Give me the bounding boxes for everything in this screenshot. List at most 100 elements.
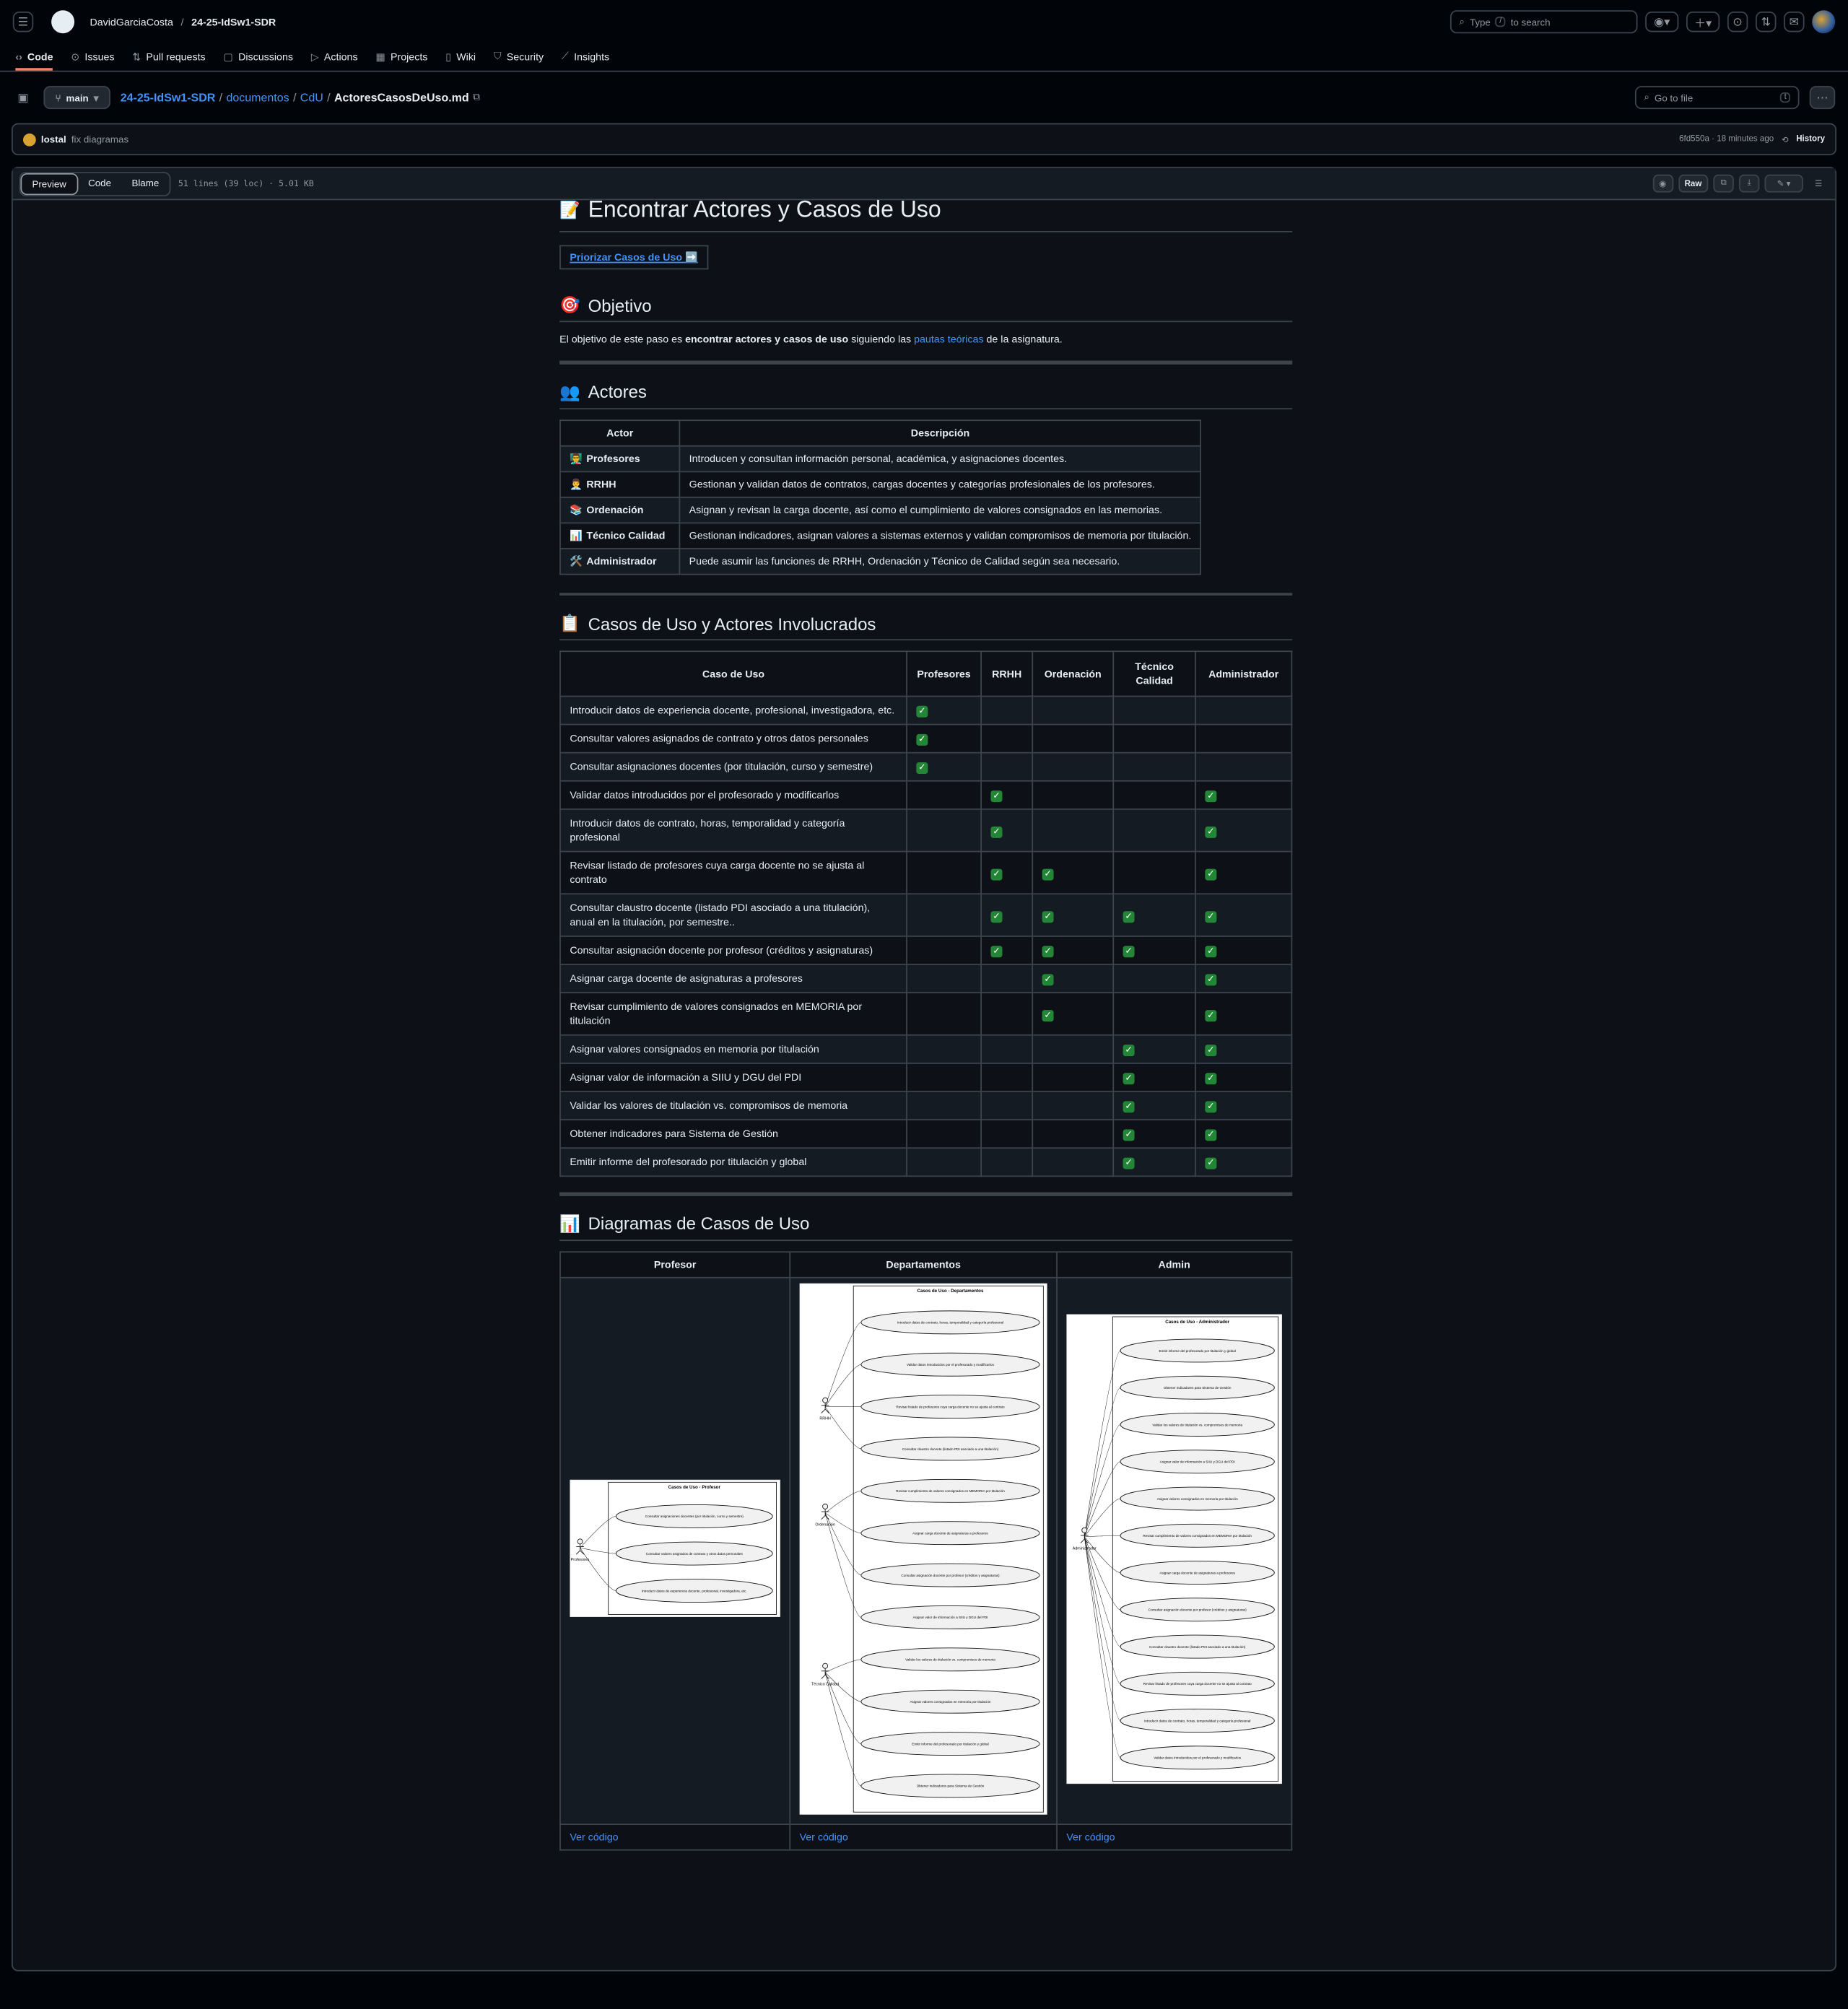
tab-label: Wiki xyxy=(456,51,476,64)
commit-hash-time[interactable]: 6fd550a · 18 minutes ago xyxy=(1679,135,1774,144)
diagram-departamentos[interactable]: Casos de Uso - Departamentos Introducir d… xyxy=(799,1282,1048,1815)
mark-cell xyxy=(1112,780,1196,810)
repo-link[interactable]: 24-25-IdSw1-SDR xyxy=(191,16,276,27)
caso-name: Obtener indicadores para Sistema de Gest… xyxy=(559,1119,907,1149)
path-documentos-link[interactable]: documentos xyxy=(226,91,289,104)
check-icon: ✓ xyxy=(1205,910,1217,923)
mark-cell xyxy=(906,1119,982,1149)
mark-cell: ✓ xyxy=(906,695,982,725)
copilot-icon[interactable]: ◉▾ xyxy=(1645,12,1679,32)
table-row: Consultar asignaciones docentes (por tit… xyxy=(559,751,1293,782)
check-icon: ✓ xyxy=(990,790,1003,803)
tab-projects[interactable]: ▦ Projects xyxy=(375,51,427,71)
raw-button[interactable]: Raw xyxy=(1678,174,1709,193)
global-header: ☰ DavidGarciaCosta / 24-25-IdSw1-SDR ⌕ T… xyxy=(0,0,1848,43)
tab-issues[interactable]: ⊙ Issues xyxy=(71,51,114,71)
github-logo-icon[interactable] xyxy=(51,10,75,34)
caso-name: Validar los valores de titulación vs. co… xyxy=(559,1091,907,1121)
history-button[interactable]: History xyxy=(1796,135,1825,144)
priorizar-link[interactable]: Priorizar Casos de Uso ➡️ xyxy=(570,251,697,263)
check-icon: ✓ xyxy=(1205,826,1217,838)
mark-cell: ✓ xyxy=(1032,893,1115,937)
search-input[interactable]: ⌕ Type / to search xyxy=(1450,10,1638,34)
bar-chart-icon: 📊 xyxy=(559,1213,580,1233)
col-header: Ordenación xyxy=(1032,650,1115,697)
tab-code[interactable]: ‹› Code xyxy=(15,51,53,71)
mark-cell: ✓ xyxy=(1112,1034,1196,1064)
mark-cell xyxy=(980,1147,1034,1177)
mark-cell xyxy=(1112,850,1196,895)
diagram-profesor[interactable]: Casos de Uso - Profesor Consultar asignac… xyxy=(569,1479,781,1618)
code-tab[interactable]: Code xyxy=(78,173,121,194)
mark-cell xyxy=(1112,992,1196,1036)
mark-cell xyxy=(1032,780,1115,810)
user-avatar[interactable] xyxy=(1812,10,1836,34)
search-shortcut-key: / xyxy=(1495,17,1506,27)
check-icon: ✓ xyxy=(1123,1101,1135,1113)
mark-cell xyxy=(1032,1063,1115,1092)
hamburger-menu-icon[interactable]: ☰ xyxy=(12,12,34,32)
owner-link[interactable]: DavidGarciaCosta xyxy=(90,16,173,27)
pautas-link[interactable]: pautas teóricas xyxy=(914,334,983,345)
pull-requests-icon[interactable]: ⇅ xyxy=(1756,12,1777,32)
use-case-label: Introducir datos de contrato, horas, tem… xyxy=(1144,1718,1250,1722)
mark-cell: ✓ xyxy=(1112,893,1196,937)
diagram-admin[interactable]: Casos de Uso - Administrador Emitir infor… xyxy=(1065,1313,1283,1784)
preview-tab[interactable]: Preview xyxy=(20,173,78,195)
table-row: Revisar listado de profesores cuya carga… xyxy=(559,850,1293,895)
table-row: Asignar valores consignados en memoria p… xyxy=(559,1034,1293,1064)
tab-discussions[interactable]: ▢ Discussions xyxy=(224,51,293,71)
commit-message[interactable]: fix diagramas xyxy=(71,134,128,145)
use-case-label: Asignar valor de información a SIIU y DG… xyxy=(912,1615,988,1618)
download-icon[interactable]: ⤓ xyxy=(1738,174,1760,193)
mark-cell: ✓ xyxy=(1032,850,1115,895)
mark-cell xyxy=(1112,751,1196,782)
mark-cell xyxy=(980,1091,1034,1121)
copilot-icon[interactable]: ◉ xyxy=(1652,174,1673,193)
outline-icon[interactable]: ☰ xyxy=(1808,175,1829,193)
mark-cell: ✓ xyxy=(1195,1147,1293,1177)
mark-cell: ✓ xyxy=(980,850,1034,895)
inbox-icon[interactable]: ✉ xyxy=(1784,12,1805,32)
table-row: Revisar cumplimiento de valores consigna… xyxy=(559,992,1293,1036)
use-case-label: Validar los valores de titulación vs. co… xyxy=(905,1657,995,1661)
copy-path-icon[interactable]: ⧉ xyxy=(473,91,480,104)
tab-wiki[interactable]: ▯ Wiki xyxy=(445,51,476,71)
check-icon: ✓ xyxy=(1205,1157,1217,1169)
issues-icon[interactable]: ⊙ xyxy=(1727,12,1748,32)
commit-author-avatar[interactable] xyxy=(23,133,36,146)
tab-actions[interactable]: ▷ Actions xyxy=(311,51,358,71)
tab-security[interactable]: ⛉ Security xyxy=(494,50,544,70)
latest-commit-bar: lostal fix diagramas 6fd550a · 18 minute… xyxy=(12,123,1837,156)
actor-emoji-icon: 📚 xyxy=(570,503,583,515)
mark-cell: ✓ xyxy=(1195,850,1293,895)
create-new-icon[interactable]: ＋▾ xyxy=(1686,12,1720,32)
use-case-label: Revisar cumplimiento de valores consigna… xyxy=(896,1489,1005,1492)
path-cdu-link[interactable]: CdU xyxy=(300,91,323,104)
caso-name: Validar datos introducidos por el profes… xyxy=(559,780,907,810)
tab-label: Pull requests xyxy=(146,51,206,64)
more-options-icon[interactable]: ⋯ xyxy=(1809,86,1836,110)
commit-author[interactable]: lostal xyxy=(41,134,66,145)
branch-selector[interactable]: ⑂ main ▾ xyxy=(43,86,110,110)
tab-insights[interactable]: ⟋ Insights xyxy=(562,50,609,70)
table-row: Introducir datos de contrato, horas, tem… xyxy=(559,809,1293,853)
copy-icon[interactable]: ⧉ xyxy=(1713,174,1734,193)
blame-tab[interactable]: Blame xyxy=(121,173,169,194)
table-row: Consultar valores asignados de contrato … xyxy=(559,723,1293,754)
ver-codigo-departamentos-link[interactable]: Ver código xyxy=(800,1831,848,1842)
go-to-file-input[interactable]: ⌕ Go to file t xyxy=(1634,86,1800,110)
ver-codigo-admin-link[interactable]: Ver código xyxy=(1066,1831,1115,1842)
mark-cell xyxy=(906,936,982,965)
actor-description: Introducen y consultan información perso… xyxy=(679,445,1202,472)
use-case-label: Asignar carga docente de asignaturas a p… xyxy=(912,1531,988,1535)
check-icon: ✓ xyxy=(1205,1073,1217,1085)
path-repo-link[interactable]: 24-25-IdSw1-SDR xyxy=(121,91,216,104)
edit-icon[interactable]: ✎ ▾ xyxy=(1764,174,1803,193)
sidebar-toggle-icon[interactable]: ▣ xyxy=(13,87,33,108)
use-case-label: Emitir informe del profesorado por titul… xyxy=(1159,1348,1236,1352)
check-icon: ✓ xyxy=(1205,946,1217,958)
tab-pull-requests[interactable]: ⇅ Pull requests xyxy=(132,51,205,71)
casos-heading-text: Casos de Uso y Actores Involucrados xyxy=(588,614,876,634)
ver-codigo-profesor-link[interactable]: Ver código xyxy=(570,1831,618,1842)
